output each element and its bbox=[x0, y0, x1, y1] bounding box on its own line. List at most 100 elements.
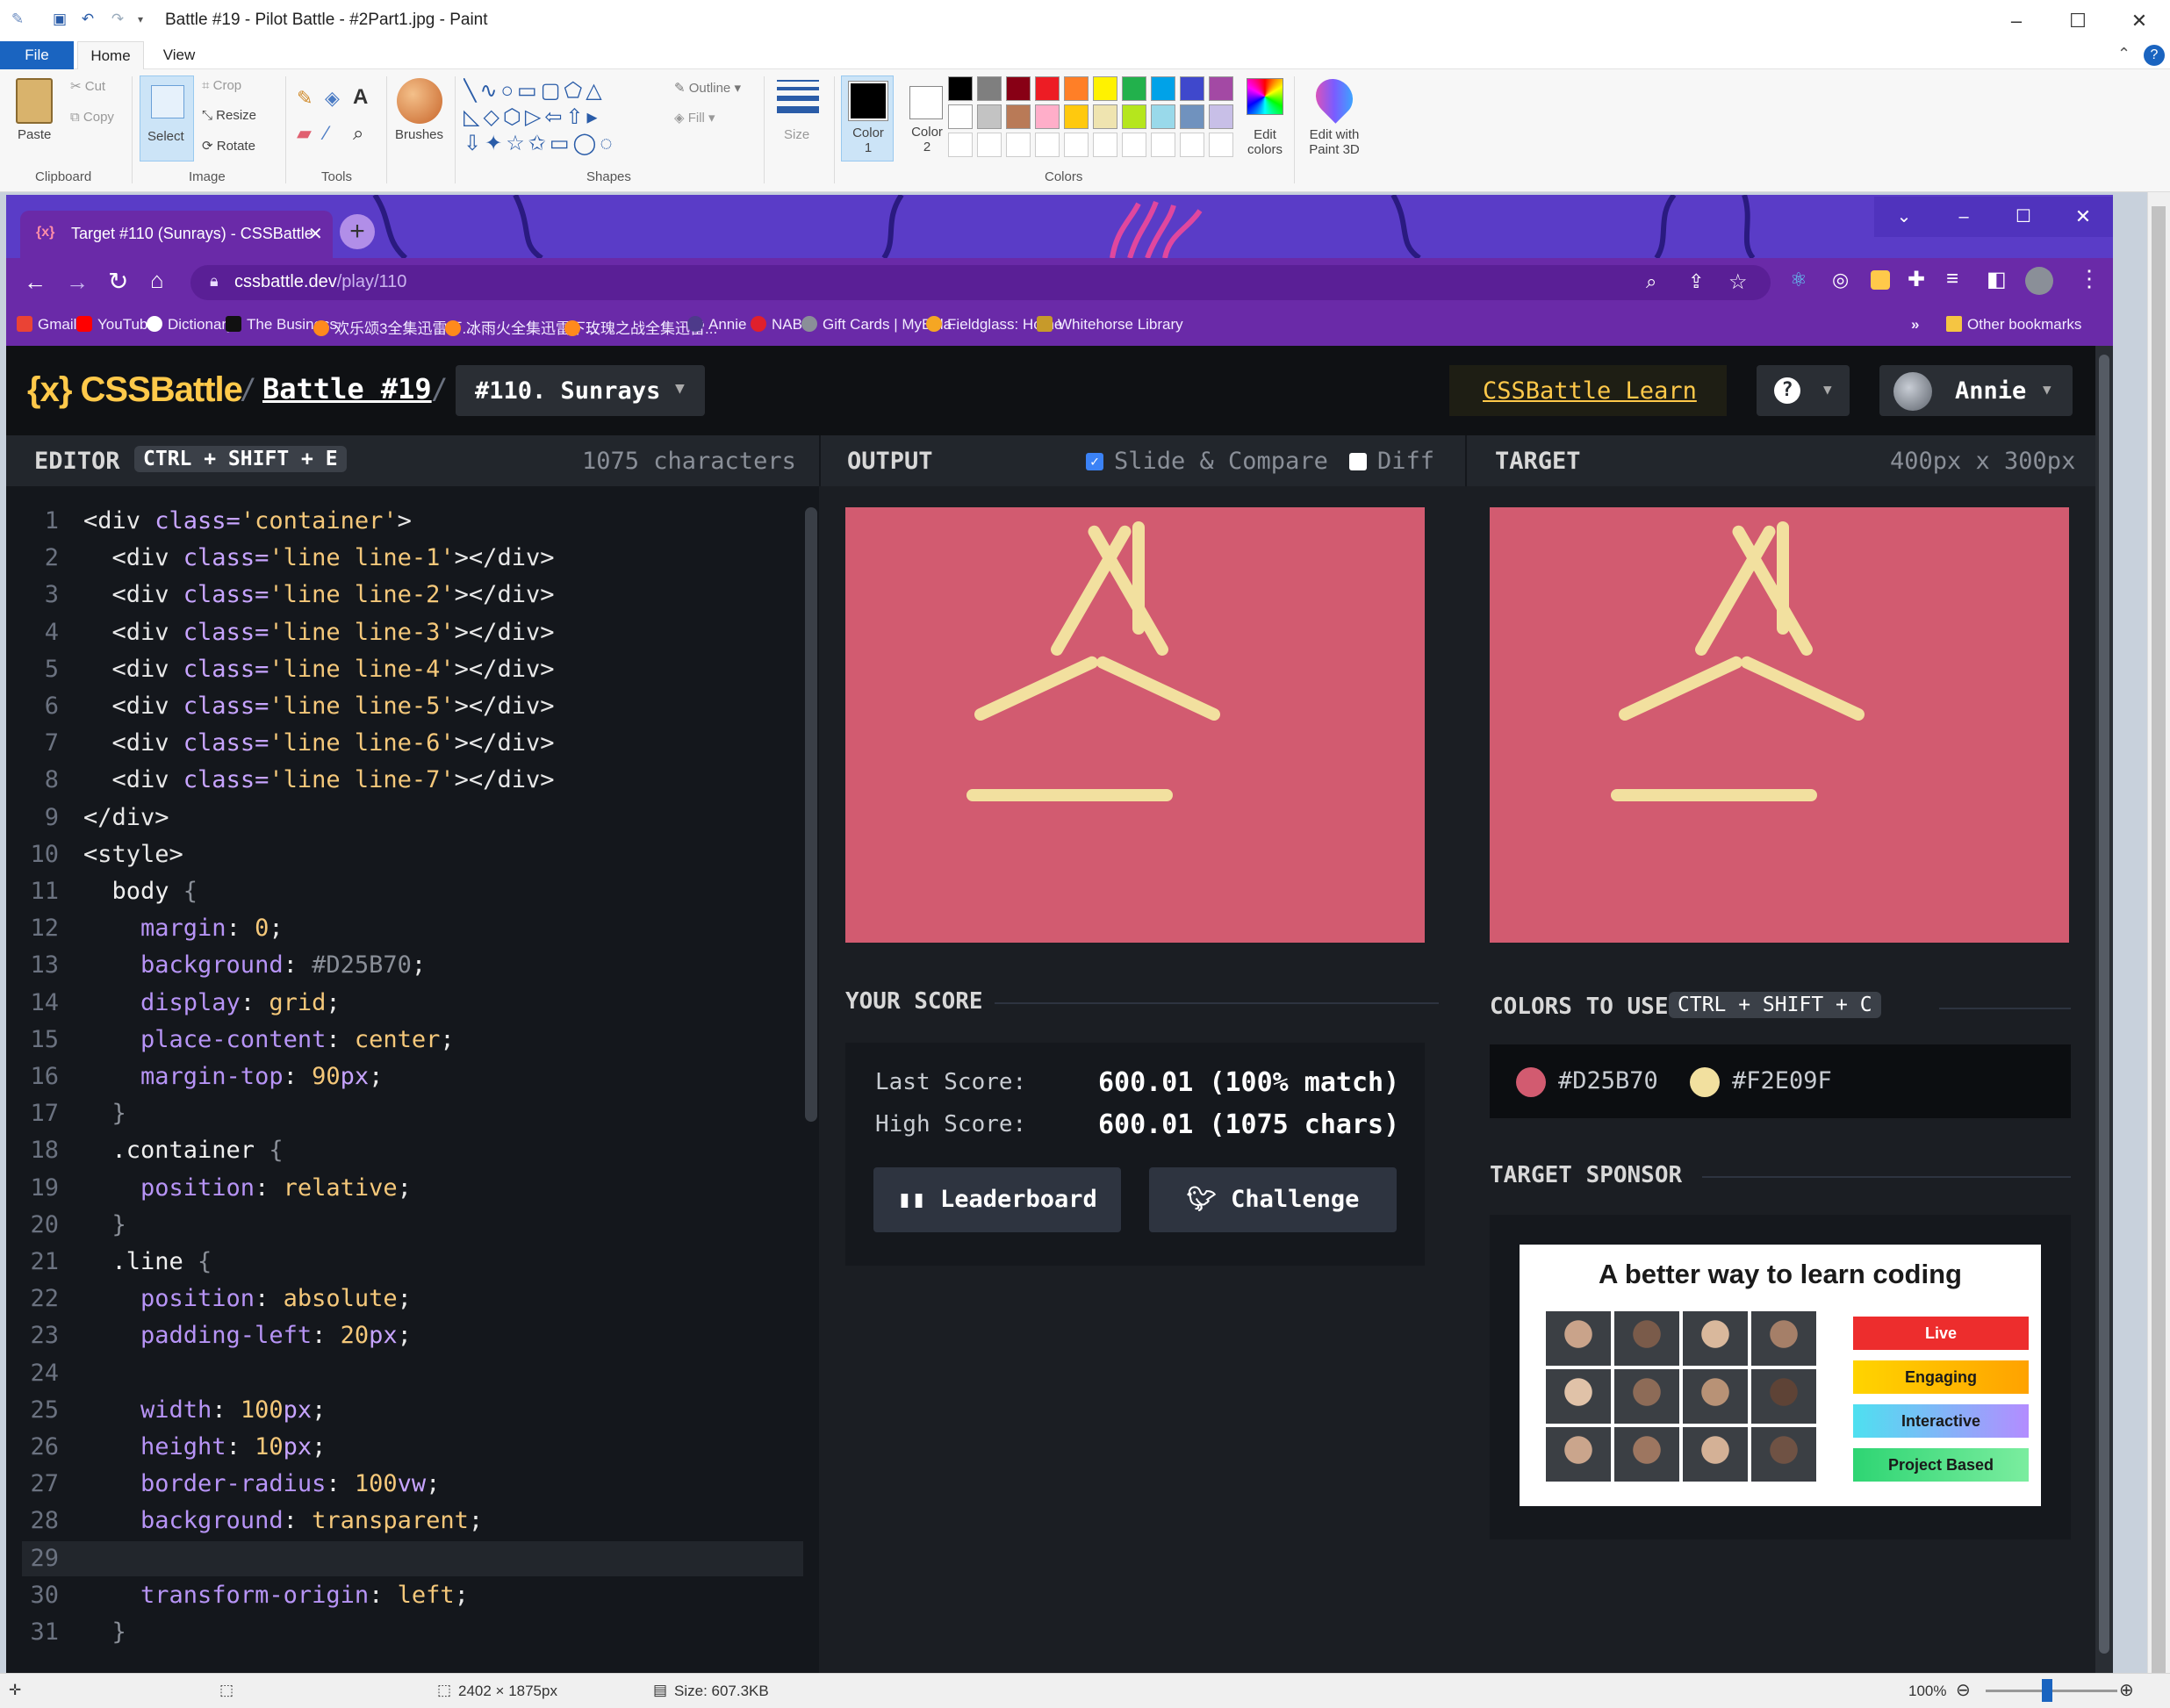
home-icon[interactable]: ⌂ bbox=[150, 267, 164, 294]
undo-icon[interactable]: ↶ bbox=[79, 11, 97, 28]
code-line[interactable]: <div class='line line-2'></div> bbox=[83, 581, 555, 608]
code-line[interactable]: position: absolute; bbox=[83, 1285, 412, 1312]
palette-swatch[interactable] bbox=[977, 104, 1002, 129]
color-code-pink[interactable]: #D25B70 bbox=[1558, 1067, 1658, 1094]
color-dot-pink[interactable] bbox=[1516, 1067, 1546, 1097]
palette-swatch[interactable] bbox=[1006, 76, 1031, 101]
profile-avatar[interactable] bbox=[2025, 267, 2053, 295]
home-tab[interactable]: Home bbox=[77, 41, 144, 69]
edit-colors-button[interactable]: Edit colors bbox=[1245, 127, 1285, 157]
color-code-cream[interactable]: #F2E09F bbox=[1732, 1067, 1832, 1094]
browser-close-icon[interactable]: ✕ bbox=[2053, 197, 2113, 237]
slide-compare-label[interactable]: Slide & Compare bbox=[1114, 448, 1328, 475]
sponsor-ad[interactable]: A better way to learn coding Live Engagi… bbox=[1520, 1245, 2041, 1506]
palette-swatch[interactable] bbox=[1151, 104, 1175, 129]
paste-icon[interactable] bbox=[16, 78, 53, 124]
code-line[interactable]: } bbox=[83, 1100, 126, 1127]
battle-link[interactable]: Battle #19 bbox=[262, 372, 432, 405]
code-line[interactable]: <div class='line line-4'></div> bbox=[83, 656, 555, 683]
brushes-button[interactable]: Brushes bbox=[395, 127, 443, 142]
paste-button[interactable]: Paste bbox=[18, 127, 51, 142]
code-line[interactable]: height: 10px; bbox=[83, 1433, 326, 1460]
palette-swatch[interactable] bbox=[1035, 104, 1060, 129]
bookmark-youtube[interactable]: YouTube bbox=[76, 316, 156, 334]
palette-swatch[interactable] bbox=[948, 76, 973, 101]
code-editor[interactable]: 1 <div class='container'> 2 <div class='li… bbox=[6, 486, 819, 1673]
palette-custom-slot[interactable] bbox=[1035, 133, 1060, 157]
bookmark-nab[interactable]: NAB bbox=[751, 316, 802, 334]
challenge-button[interactable]: 🐦︎ Challenge bbox=[1149, 1167, 1397, 1232]
address-bar[interactable]: 🔒︎ cssbattle.dev/play/110 ⌕ ⇪ ☆ bbox=[190, 265, 1771, 300]
code-line[interactable]: transform-origin: left; bbox=[83, 1582, 469, 1609]
file-menu[interactable]: File bbox=[0, 41, 74, 69]
page-scrollbar[interactable] bbox=[2095, 346, 2113, 1673]
code-line[interactable]: <div class='line line-3'></div> bbox=[83, 619, 555, 646]
code-line[interactable]: <style> bbox=[83, 841, 183, 868]
palette-swatch[interactable] bbox=[1122, 104, 1146, 129]
code-line[interactable]: <div class='line line-6'></div> bbox=[83, 729, 555, 757]
palette-swatch[interactable] bbox=[1035, 76, 1060, 101]
other-bookmarks[interactable]: Other bookmarks bbox=[1946, 316, 2081, 334]
bookmark-star-icon[interactable]: ☆ bbox=[1728, 269, 1748, 295]
tab-close-icon[interactable]: ✕ bbox=[308, 223, 323, 245]
react-extension-icon[interactable]: ⚛ bbox=[1790, 269, 1807, 291]
pencil-icon[interactable]: ✎ bbox=[297, 87, 313, 110]
bookmark-whitehorse[interactable]: Whitehorse Library bbox=[1037, 316, 1183, 334]
palette-custom-slot[interactable] bbox=[1180, 133, 1204, 157]
shapes-gallery[interactable]: ╲∿○▭▢⬠△ ◺◇⬡▷⇦⇧▸ ⇩✦☆✩▭◯◌ bbox=[463, 78, 657, 157]
crop-button[interactable]: ⌗ Crop bbox=[202, 78, 241, 93]
code-line[interactable]: } bbox=[83, 1211, 126, 1238]
target-select[interactable]: #110. Sunrays ▼ bbox=[456, 365, 705, 416]
palette-swatch[interactable] bbox=[1180, 104, 1204, 129]
palette-custom-slot[interactable] bbox=[1006, 133, 1031, 157]
extensions-puzzle-icon[interactable]: ✚ bbox=[1908, 267, 1925, 292]
share-icon[interactable]: ⇪ bbox=[1688, 270, 1704, 293]
palette-custom-slot[interactable] bbox=[1093, 133, 1117, 157]
browser-menu-icon[interactable]: ⋮ bbox=[2078, 265, 2101, 292]
learn-link[interactable]: CSSBattle Learn bbox=[1483, 377, 1697, 405]
palette-swatch[interactable] bbox=[1006, 104, 1031, 129]
zoom-slider[interactable] bbox=[1986, 1679, 2117, 1702]
code-line[interactable]: background: #D25B70; bbox=[83, 951, 426, 979]
zoom-icon[interactable]: ⌕ bbox=[1646, 270, 1656, 293]
code-line[interactable]: .line { bbox=[83, 1248, 212, 1275]
paint-vertical-scrollbar[interactable] bbox=[2147, 192, 2170, 1681]
palette-swatch[interactable] bbox=[1093, 104, 1117, 129]
close-icon[interactable]: ✕ bbox=[2109, 0, 2170, 41]
redo-icon[interactable]: ↷ bbox=[109, 11, 126, 28]
code-line[interactable]: background: transparent; bbox=[83, 1507, 483, 1534]
palette-swatch[interactable] bbox=[1093, 76, 1117, 101]
palette-custom-slot[interactable] bbox=[1122, 133, 1146, 157]
code-line[interactable]: display: grid; bbox=[83, 989, 341, 1016]
view-tab[interactable]: View bbox=[147, 41, 211, 69]
target-canvas[interactable] bbox=[1490, 507, 2069, 943]
side-panel-icon[interactable]: ◧ bbox=[1987, 267, 2007, 292]
text-icon[interactable]: A bbox=[353, 85, 368, 110]
minimize-icon[interactable]: – bbox=[1986, 0, 2047, 41]
diff-checkbox[interactable] bbox=[1349, 453, 1367, 470]
bookmark-dictionary[interactable]: Dictionary bbox=[147, 316, 234, 334]
paint3d-icon[interactable] bbox=[1308, 71, 1361, 124]
palette-swatch[interactable] bbox=[1180, 76, 1204, 101]
code-line[interactable]: <div class='line line-5'></div> bbox=[83, 693, 555, 720]
cssbattle-logo[interactable]: {x} CSSBattle bbox=[27, 370, 243, 410]
palette-custom-slot[interactable] bbox=[948, 133, 973, 157]
palette-swatch[interactable] bbox=[948, 104, 973, 129]
magnifier-icon[interactable]: ⌕ bbox=[353, 122, 363, 145]
collapse-ribbon-icon[interactable]: ⌃ bbox=[2117, 45, 2130, 63]
fill-button[interactable]: ◈ Fill ▾ bbox=[674, 110, 715, 126]
tab-search-icon[interactable]: ⌄ bbox=[1874, 197, 1934, 237]
leaderboard-button[interactable]: ▮▮ Leaderboard bbox=[873, 1167, 1121, 1232]
code-line[interactable]: margin: 0; bbox=[83, 915, 284, 942]
browser-tab[interactable]: {x} Target #110 (Sunrays) - CSSBattle ✕ bbox=[20, 211, 333, 258]
code-line[interactable]: <div class='line line-7'></div> bbox=[83, 766, 555, 793]
new-tab-button[interactable]: + bbox=[340, 214, 375, 249]
media-control-icon[interactable]: ≡ bbox=[1946, 267, 1958, 291]
palette-custom-slot[interactable] bbox=[1151, 133, 1175, 157]
code-line[interactable]: padding-left: 20px; bbox=[83, 1322, 412, 1349]
rotate-button[interactable]: ⟳ Rotate bbox=[202, 138, 255, 154]
cut-button[interactable]: ✂ Cut bbox=[70, 78, 105, 94]
code-line[interactable]: margin-top: 90px; bbox=[83, 1063, 383, 1090]
help-icon[interactable]: ? bbox=[2144, 45, 2165, 66]
help-menu[interactable]: ? ▼ bbox=[1757, 365, 1850, 416]
